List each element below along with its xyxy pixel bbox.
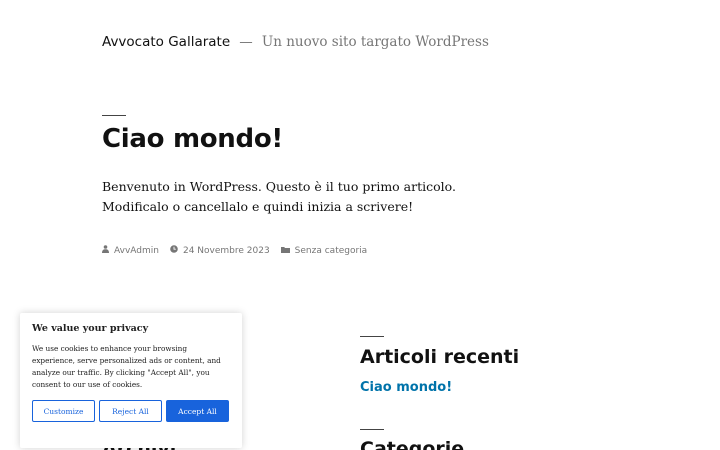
site-tagline: Un nuovo sito targato WordPress: [261, 34, 489, 50]
post-date: 24 Novembre 2023: [170, 245, 270, 256]
site-header: Avvocato Gallarate — Un nuovo sito targa…: [102, 31, 489, 50]
clock-icon: [170, 245, 178, 256]
post-content-line: Benvenuto in WordPress. Questo è il tuo …: [102, 179, 456, 194]
recent-posts-heading: Articoli recenti: [360, 346, 520, 368]
cookie-banner-text: We use cookies to enhance your browsing …: [32, 344, 221, 389]
cookie-banner-title: We value your privacy: [32, 323, 149, 334]
post-author: AvvAdmin: [102, 245, 159, 256]
reject-all-button[interactable]: Reject All: [99, 400, 162, 422]
post-category: Senza categoria: [280, 246, 368, 256]
cookie-banner-buttons: Customize Reject All Accept All: [32, 400, 230, 422]
cookie-consent-banner: We value your privacy We use cookies to …: [20, 313, 242, 448]
post-author-link[interactable]: AvvAdmin: [114, 246, 159, 256]
recent-post-link[interactable]: Ciao mondo!: [360, 380, 452, 395]
post-title[interactable]: Ciao mondo!: [102, 124, 283, 154]
post-category-link[interactable]: Senza categoria: [295, 246, 368, 256]
site-title-separator: —: [239, 34, 253, 50]
post-title-divider: [102, 115, 126, 116]
categories-heading: Categorie: [360, 438, 465, 450]
categories-divider: [360, 429, 384, 430]
customize-button[interactable]: Customize: [32, 400, 95, 422]
post-date-link[interactable]: 24 Novembre 2023: [183, 246, 270, 256]
person-icon: [102, 245, 109, 256]
recent-posts-divider: [360, 336, 384, 337]
site-title-link[interactable]: Avvocato Gallarate: [102, 34, 230, 50]
accept-all-button[interactable]: Accept All: [166, 400, 229, 422]
post-content: Benvenuto in WordPress. Questo è il tuo …: [102, 177, 602, 217]
folder-icon: [280, 246, 290, 256]
post-meta: AvvAdmin 24 Novembre 2023 Senza categori…: [102, 245, 378, 256]
post-content-line: Modificalo o cancellalo e quindi inizia …: [102, 199, 414, 214]
